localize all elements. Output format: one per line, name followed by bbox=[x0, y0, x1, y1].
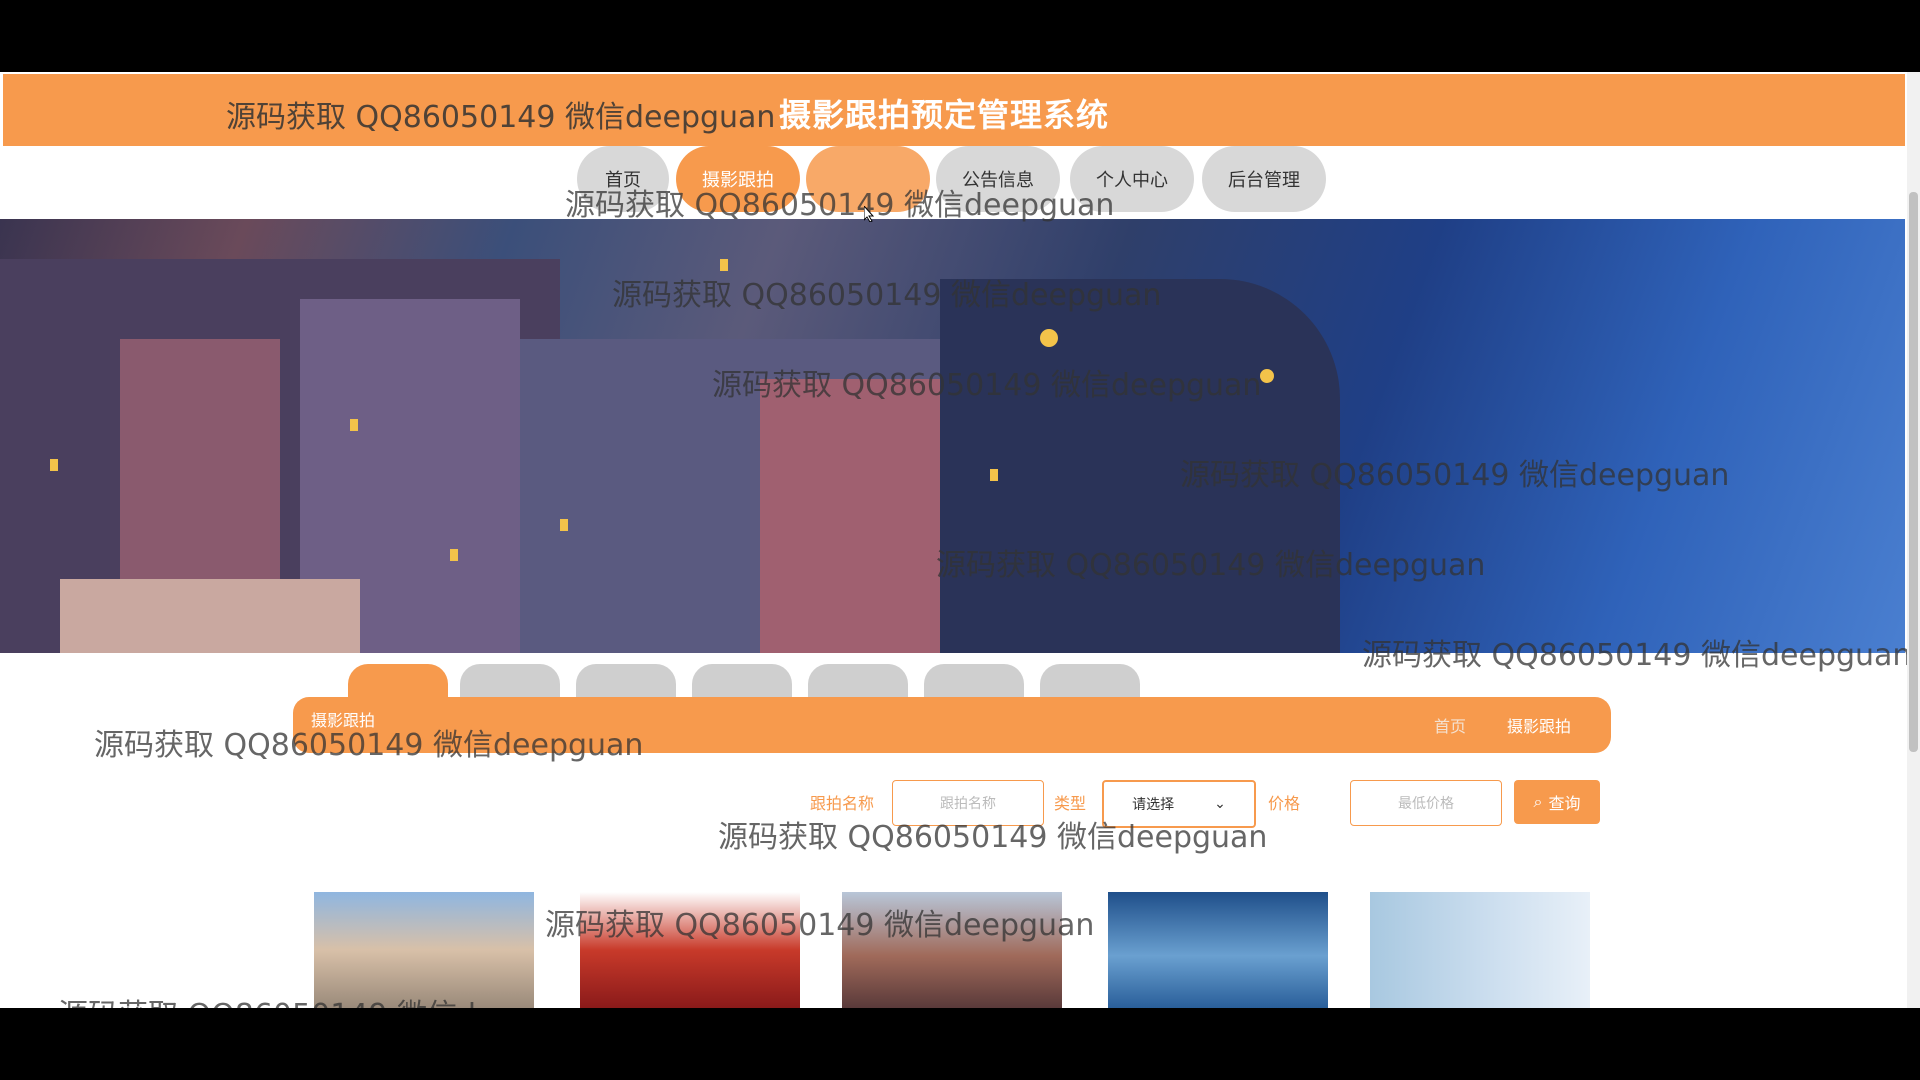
watermark-text: 源码获取 QQ86050149 微信deepguan bbox=[545, 908, 1095, 943]
search-button-label: 查询 bbox=[1548, 794, 1581, 813]
hero-window-light bbox=[450, 549, 458, 561]
browser-page: 源码获取 QQ86050149 微信deepguan 摄影跟拍预定管理系统 首页… bbox=[0, 72, 1920, 1008]
search-icon: ⌕ bbox=[1533, 792, 1543, 811]
search-price-input[interactable]: 最低价格 bbox=[1350, 780, 1502, 826]
select-value: 请选择 bbox=[1132, 797, 1175, 813]
search-button[interactable]: ⌕ 查询 bbox=[1514, 780, 1600, 824]
mouse-cursor-icon bbox=[864, 206, 874, 222]
watermark-text: 源码获取 QQ86050149 微信deepguan bbox=[565, 188, 1115, 223]
product-card[interactable] bbox=[1108, 892, 1328, 1008]
watermark-text: 源码获取 QQ86050149 微信deepguan bbox=[58, 990, 607, 1008]
hero-window-light bbox=[560, 519, 568, 531]
watermark-text: 源码获取 QQ86050149 微信deepguan bbox=[1362, 638, 1912, 673]
watermark-text: 源码获取 QQ86050149 微信deepguan bbox=[612, 278, 1162, 313]
chevron-down-icon: ⌄ bbox=[1214, 796, 1226, 812]
site-header: 源码获取 QQ86050149 微信deepguan 摄影跟拍预定管理系统 bbox=[3, 74, 1905, 146]
watermark-text: 源码获取 QQ86050149 微信deepguan bbox=[94, 728, 644, 763]
watermark-text: 源码获取 QQ86050149 微信deepguan bbox=[718, 820, 1268, 855]
hero-window-light bbox=[50, 459, 58, 471]
hero-window-light bbox=[1040, 329, 1058, 347]
search-label-name: 跟拍名称 bbox=[810, 794, 875, 813]
site-title: 摄影跟拍预定管理系统 bbox=[779, 96, 1110, 134]
hero-window-light bbox=[990, 469, 998, 481]
hero-window-light bbox=[350, 419, 358, 431]
search-label-type: 类型 bbox=[1054, 794, 1087, 813]
scrollbar-thumb[interactable] bbox=[1909, 192, 1918, 752]
breadcrumb-current: 摄影跟拍 bbox=[1506, 717, 1571, 736]
breadcrumb-home[interactable]: 首页 bbox=[1434, 713, 1466, 737]
product-card[interactable] bbox=[1370, 892, 1590, 1008]
watermark-text: 源码获取 QQ86050149 微信deepguan bbox=[936, 548, 1486, 583]
hero-window-light bbox=[1260, 369, 1274, 383]
watermark-text: 源码获取 QQ86050149 微信deepguan bbox=[1180, 458, 1730, 493]
hero-building bbox=[60, 579, 360, 653]
header-watermark: 源码获取 QQ86050149 微信deepguan bbox=[226, 100, 776, 135]
nav-item-admin[interactable]: 后台管理 bbox=[1202, 146, 1326, 212]
scrollbar[interactable] bbox=[1907, 72, 1920, 1008]
search-label-price: 价格 bbox=[1268, 794, 1301, 813]
watermark-text: 源码获取 QQ86050149 微信deepguan bbox=[712, 368, 1262, 403]
